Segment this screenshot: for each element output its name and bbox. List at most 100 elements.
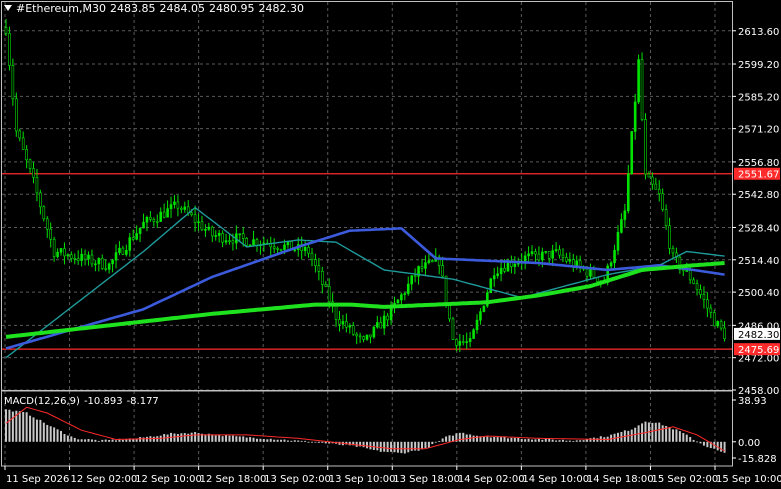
macd-bar bbox=[245, 437, 248, 442]
candle-body bbox=[609, 262, 613, 267]
candle-body bbox=[362, 336, 365, 340]
macd-bar bbox=[506, 438, 509, 442]
candle-body bbox=[554, 249, 558, 251]
candle-body bbox=[28, 159, 32, 169]
macd-bar bbox=[276, 439, 279, 442]
candle-body bbox=[561, 254, 565, 258]
candle-body bbox=[138, 227, 142, 234]
level-price-label: 2475.69 bbox=[738, 345, 779, 356]
macd-subwindow bbox=[5, 406, 726, 454]
candle-body bbox=[338, 319, 341, 325]
candle-body bbox=[217, 232, 221, 236]
macd-bar bbox=[218, 434, 221, 442]
macd-bar bbox=[383, 441, 386, 452]
macd-bar bbox=[579, 440, 582, 442]
candle-body bbox=[276, 248, 279, 250]
candle-body bbox=[224, 240, 228, 243]
macd-bar bbox=[266, 439, 269, 442]
macd-bar bbox=[376, 441, 379, 451]
time-axis-label: 14 Sep 02:00 bbox=[458, 474, 525, 485]
price-chart[interactable]: 2613.60 2599.20 2585.20 2571.20 2556.80 2542.… bbox=[0, 0, 781, 489]
macd-bar bbox=[187, 433, 190, 442]
candle-body bbox=[630, 131, 634, 175]
candle-body bbox=[499, 267, 503, 275]
candle-body bbox=[372, 326, 376, 338]
price-axis-label: 2542.80 bbox=[738, 190, 779, 201]
candle-body bbox=[651, 176, 654, 185]
macd-bar bbox=[70, 436, 73, 442]
macd-bar bbox=[32, 417, 35, 442]
candle-body bbox=[400, 294, 403, 301]
macd-bar bbox=[235, 436, 238, 442]
macd-bar bbox=[39, 419, 42, 442]
candle-body bbox=[152, 219, 156, 222]
candle-body bbox=[21, 137, 25, 150]
candle-body bbox=[252, 239, 255, 246]
price-axis-label: 2500.40 bbox=[738, 288, 779, 299]
candle-body bbox=[90, 254, 94, 265]
macd-bar bbox=[5, 409, 7, 442]
macd-bar bbox=[190, 432, 193, 442]
candle-body bbox=[695, 283, 699, 290]
macd-bar bbox=[176, 434, 179, 442]
moving-averages bbox=[5, 206, 725, 359]
time-axis-label: 12 Sep 02:00 bbox=[71, 474, 138, 485]
macd-bar bbox=[379, 441, 382, 452]
macd-bar bbox=[572, 440, 575, 442]
candle-body bbox=[479, 311, 482, 321]
candle-body bbox=[623, 210, 627, 220]
candle-body bbox=[321, 270, 324, 285]
macd-bar bbox=[472, 435, 475, 442]
macd-bar bbox=[152, 436, 155, 442]
candle-body bbox=[131, 237, 135, 240]
candle-body bbox=[410, 275, 413, 285]
candle-body bbox=[80, 253, 83, 261]
candle-body bbox=[111, 259, 114, 265]
candle-body bbox=[241, 233, 245, 239]
macd-bar bbox=[651, 422, 654, 442]
macd-bar bbox=[689, 437, 692, 442]
candle-body bbox=[626, 173, 630, 212]
price-axis-label: 2514.40 bbox=[738, 256, 779, 267]
candle-body bbox=[166, 208, 169, 218]
macd-bar bbox=[66, 435, 69, 442]
candle-body bbox=[558, 249, 561, 256]
symbol-dropdown-icon[interactable] bbox=[4, 5, 12, 11]
candle-body bbox=[155, 221, 159, 223]
candle-body bbox=[413, 275, 417, 277]
candle-body bbox=[269, 243, 273, 248]
candle-body bbox=[396, 299, 400, 304]
macd-bar bbox=[173, 433, 176, 442]
macd-bar bbox=[29, 415, 32, 442]
macd-bar bbox=[56, 429, 59, 442]
macd-bar bbox=[63, 434, 66, 442]
macd-bar bbox=[372, 441, 375, 450]
candle-body bbox=[379, 322, 383, 329]
macd-bar bbox=[49, 426, 52, 442]
time-axis-label: 14 Sep 10:00 bbox=[522, 474, 589, 485]
candle-body bbox=[637, 59, 640, 103]
candle-body bbox=[118, 247, 121, 253]
macd-bar bbox=[675, 429, 678, 442]
candle-body bbox=[293, 249, 297, 251]
macd-bar bbox=[22, 411, 25, 442]
candle-body bbox=[83, 253, 87, 260]
macd-bar bbox=[366, 441, 368, 449]
macd-bar bbox=[682, 433, 685, 442]
candle-body bbox=[640, 59, 644, 120]
time-axis-label: 15 Sep 10:00 bbox=[716, 474, 781, 485]
candle-body bbox=[719, 321, 723, 329]
candle-body bbox=[200, 221, 204, 231]
macd-bar bbox=[390, 441, 393, 452]
macd-bar bbox=[476, 435, 479, 442]
candle-body bbox=[585, 268, 589, 277]
macd-bar bbox=[211, 434, 214, 442]
candle-body bbox=[351, 325, 355, 335]
candle-body bbox=[424, 262, 427, 269]
candle-body bbox=[159, 211, 163, 222]
candle-body bbox=[307, 246, 310, 254]
macd-bar bbox=[496, 437, 499, 442]
candle-body bbox=[475, 319, 479, 331]
macd-bar bbox=[231, 435, 234, 442]
macd-bar bbox=[561, 439, 564, 442]
